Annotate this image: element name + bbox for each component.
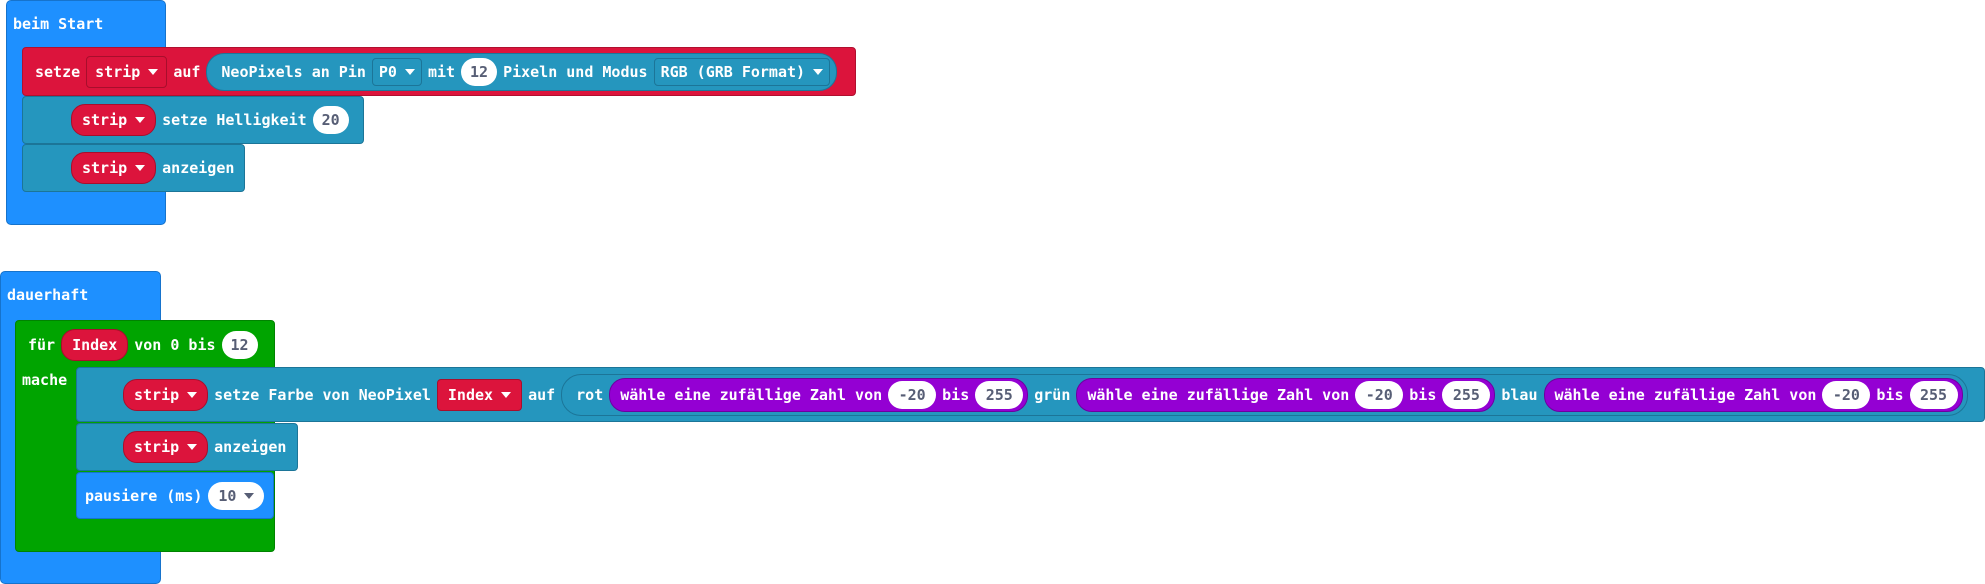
green-to-input[interactable]: 255 [1442,380,1491,409]
pin-dropdown[interactable]: P0 [371,57,422,86]
index-variable-label: Index [447,385,494,404]
blue-from-input[interactable]: -20 [1822,380,1871,409]
chevron-down-icon [148,68,159,75]
chevron-down-icon [404,68,415,75]
set-pixel-color-block[interactable]: strip setze Farbe von NeoPixel Index auf… [76,367,1985,422]
pause-label: pausiere (ms) [85,486,203,505]
index-variable-label: Index [72,336,118,354]
on-start-label: beim Start [13,15,104,33]
set-pixel-color-label: setze Farbe von NeoPixel [214,385,431,404]
strip-variable-label: strip [95,62,141,81]
mode-value: RGB (GRB Format) [660,62,806,81]
random-red-block[interactable]: wähle eine zufällige Zahl von -20 bis 25… [609,377,1029,412]
red-from-input[interactable]: -20 [888,380,937,409]
mode-dropdown[interactable]: RGB (GRB Format) [653,57,831,86]
mode-label: Pixeln und Modus [503,62,648,81]
with-label: mit [427,62,456,81]
pixel-count-input[interactable]: 12 [461,57,498,86]
green-from-input[interactable]: -20 [1355,380,1404,409]
pause-block[interactable]: pausiere (ms) 10 [76,472,274,519]
strip-variable-dropdown[interactable]: strip [123,378,209,411]
brightness-input[interactable]: 20 [312,106,349,134]
pause-duration-dropdown[interactable]: 10 [208,481,265,510]
neopixel-create-block[interactable]: NeoPixels an Pin P0 mit 12 Pixeln und Mo… [206,52,838,91]
show-block[interactable]: strip anzeigen [22,144,245,192]
forever-label: dauerhaft [7,286,89,304]
chevron-down-icon [187,444,198,450]
rgb-block[interactable]: rot wähle eine zufällige Zahl von -20 bi… [561,373,1968,416]
strip-variable-dropdown[interactable]: strip [123,431,209,463]
random-blue-block[interactable]: wähle eine zufällige Zahl von -20 bis 25… [1543,377,1963,412]
random-label: wähle eine zufällige Zahl von [1554,385,1817,404]
neopixel-pin-label: NeoPixels an Pin [221,62,366,81]
chevron-down-icon [501,391,512,398]
set-strip-block[interactable]: setze strip auf NeoPixels an Pin P0 mit … [22,47,856,96]
show-label: anzeigen [214,438,287,456]
random-green-block[interactable]: wähle eine zufällige Zahl von -20 bis 25… [1076,377,1496,412]
to-label: auf [173,62,201,81]
random-to-label: bis [942,385,970,404]
red-label: rot [576,385,604,404]
random-to-label: bis [1876,385,1904,404]
strip-variable-label: strip [82,159,128,177]
set-label: setze [35,62,81,81]
loop-end-input[interactable]: 12 [221,331,258,359]
strip-variable-label: strip [82,111,128,129]
strip-variable-dropdown[interactable]: strip [71,104,157,136]
for-label: für [28,336,56,354]
strip-variable-label: strip [134,438,180,456]
chevron-down-icon [813,68,824,75]
blue-label: blau [1501,385,1538,404]
red-to-input[interactable]: 255 [975,380,1024,409]
show-label: anzeigen [162,159,235,177]
pause-duration-value: 10 [218,486,237,505]
do-label: mache [22,371,68,389]
to-label: auf [528,385,556,404]
chevron-down-icon [244,492,255,499]
chevron-down-icon [135,117,146,123]
index-variable[interactable]: Index [61,329,129,361]
strip-variable-dropdown[interactable]: strip [86,55,168,88]
strip-variable-label: strip [134,385,180,404]
set-brightness-block[interactable]: strip setze Helligkeit 20 [22,96,364,144]
brightness-label: setze Helligkeit [162,111,307,129]
chevron-down-icon [187,391,198,398]
green-label: grün [1034,385,1071,404]
chevron-down-icon [135,165,146,171]
index-variable-dropdown[interactable]: Index [436,378,523,411]
strip-variable-dropdown[interactable]: strip [71,152,157,184]
range-label: von 0 bis [134,336,216,354]
random-to-label: bis [1409,385,1437,404]
pin-value: P0 [378,62,397,81]
random-label: wähle eine zufällige Zahl von [620,385,883,404]
random-label: wähle eine zufällige Zahl von [1087,385,1350,404]
blue-to-input[interactable]: 255 [1909,380,1958,409]
show-block[interactable]: strip anzeigen [76,423,298,471]
